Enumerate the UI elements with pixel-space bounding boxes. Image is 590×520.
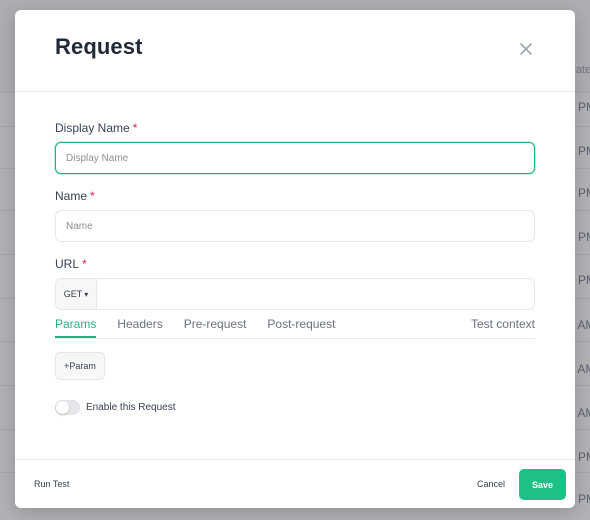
request-modal: Request Display Name* Name* URL* GET▾ Pa… xyxy=(15,10,575,508)
http-method-value: GET xyxy=(63,289,83,299)
save-button[interactable]: Save xyxy=(519,469,566,500)
modal-header: Request xyxy=(15,10,575,92)
toggle-knob xyxy=(56,401,69,414)
display-name-input[interactable] xyxy=(55,142,535,174)
tab-post-request[interactable]: Post-request xyxy=(267,316,335,338)
tab-params[interactable]: Params xyxy=(55,316,97,338)
enable-request-toggle[interactable] xyxy=(55,400,80,415)
tab-test-context[interactable]: Test context xyxy=(471,316,535,338)
http-method-select[interactable]: GET ▾ xyxy=(56,279,97,309)
enable-request-row: Enable this Request xyxy=(55,400,535,415)
name-input[interactable] xyxy=(55,210,535,242)
modal-body: Display Name* Name* URL* GET▾ Params Hea… xyxy=(55,120,535,415)
required-mark: * xyxy=(90,189,95,203)
name-label-text: Name xyxy=(55,189,88,203)
run-test-button[interactable]: Run Test xyxy=(34,479,69,489)
enable-request-label: Enable this Request xyxy=(86,402,176,413)
url-field: GET ▾ xyxy=(55,278,535,310)
required-mark: * xyxy=(82,257,87,271)
modal-title: Request xyxy=(55,34,143,59)
request-tabs: Params Headers Pre-request Post-request … xyxy=(55,316,535,339)
display-name-label-text: Display Name xyxy=(55,121,130,135)
url-input[interactable] xyxy=(97,279,534,309)
name-label: Name * xyxy=(55,188,535,204)
cancel-button[interactable]: Cancel xyxy=(477,479,505,489)
tab-pre-request[interactable]: Pre-request xyxy=(184,316,247,338)
modal-footer: Run Test Cancel Save xyxy=(15,459,575,508)
chevron-down-icon: ▾ xyxy=(84,289,89,299)
display-name-label: Display Name * xyxy=(55,120,535,136)
add-param-button[interactable]: +Param xyxy=(55,352,105,380)
close-button[interactable] xyxy=(515,40,537,62)
url-label-text: URL xyxy=(55,257,80,271)
url-label: URL * xyxy=(55,256,535,272)
close-icon xyxy=(519,42,533,61)
required-mark: * xyxy=(132,121,138,135)
tab-headers[interactable]: Headers xyxy=(117,316,162,338)
